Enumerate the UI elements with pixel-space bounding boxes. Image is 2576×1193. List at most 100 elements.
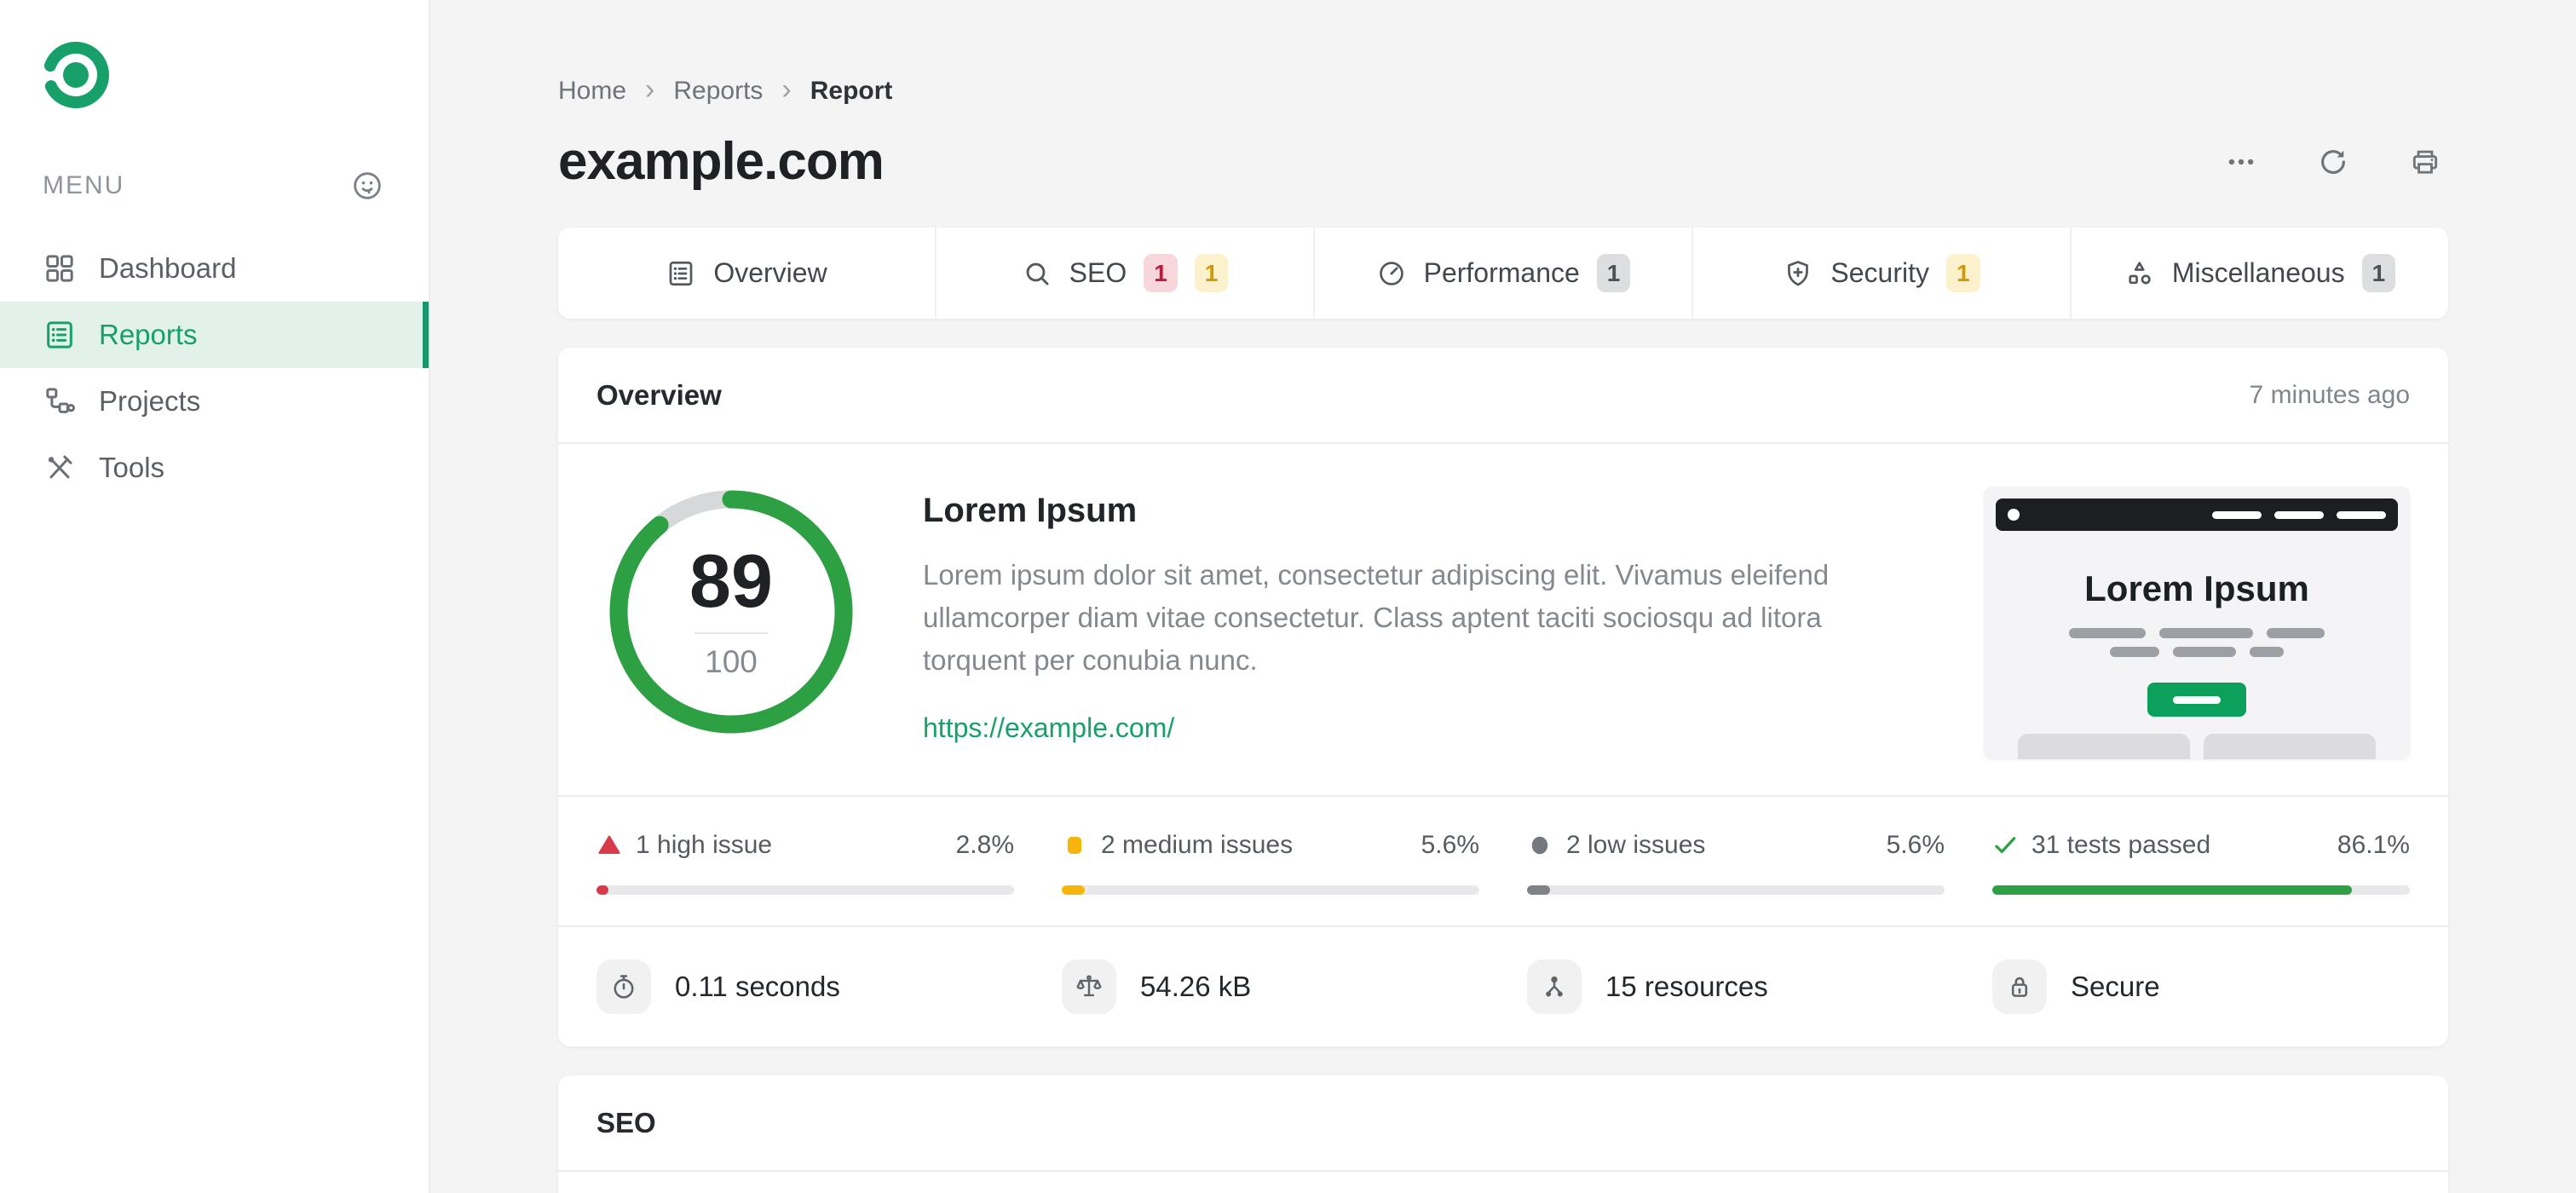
seo-card-body [558, 1172, 2448, 1193]
tab-security[interactable]: Security 1 [1691, 228, 2070, 319]
site-summary: Lorem Ipsum Lorem ipsum dolor sit amet, … [853, 485, 1984, 759]
app-root: MENU Dashboard Reports Projects Tools Ho… [0, 0, 2576, 1193]
tab-label: Miscellaneous [2171, 257, 2345, 288]
sidebar-item-label: Projects [99, 385, 201, 417]
search-icon [1026, 262, 1049, 285]
scale-icon [1076, 975, 1102, 997]
reports-icon [47, 321, 72, 349]
issues-badge: 1 [2361, 253, 2396, 293]
dashboard-icon [46, 255, 73, 282]
preview-nav-links [2212, 510, 2386, 519]
score-center: 89 100 [609, 490, 853, 734]
sidebar: MENU Dashboard Reports Projects Tools [0, 0, 430, 1193]
sidebar-menu-header: MENU [43, 169, 384, 203]
medium-issues-badge: 1 [1946, 253, 1980, 293]
metric-load-time: 0.11 seconds [596, 960, 1014, 1014]
header-actions [2225, 146, 2448, 178]
security-icon [1788, 260, 1809, 285]
sidebar-item-label: Dashboard [99, 252, 237, 284]
tools-icon [48, 455, 72, 479]
stat-high-issues: 1 high issue 2.8% [596, 831, 1014, 895]
sidebar-item-projects[interactable]: Projects [0, 368, 429, 435]
preview-content-blocks [2018, 734, 2376, 759]
refresh-icon[interactable] [2317, 146, 2349, 178]
stopwatch-icon [614, 975, 634, 999]
metrics-row: 0.11 seconds 54.26 kB 15 resources Secur… [558, 927, 2448, 1046]
stat-percent: 5.6% [1421, 831, 1479, 859]
breadcrumb-reports[interactable]: Reports [673, 77, 763, 106]
stat-progress-bar [596, 885, 1014, 895]
score-gauge: 89 100 [609, 490, 853, 734]
print-icon[interactable] [2409, 146, 2441, 178]
preview-navbar [1996, 499, 2398, 531]
performance-icon [1379, 261, 1403, 285]
stat-medium-issues: 2 medium issues 5.6% [1062, 831, 1479, 895]
stat-label: 1 high issue [636, 831, 773, 859]
issues-badge: 1 [1596, 253, 1631, 293]
sidebar-item-reports[interactable]: Reports [0, 302, 429, 368]
feedback-icon[interactable] [350, 169, 384, 203]
stat-label: 2 medium issues [1101, 831, 1294, 859]
last-updated: 7 minutes ago [2249, 380, 2410, 409]
tab-seo[interactable]: SEO 1 1 [935, 228, 1313, 319]
stat-low-issues: 2 low issues 5.6% [1527, 831, 1945, 895]
projects-icon [46, 388, 76, 413]
brand-logo[interactable] [42, 41, 110, 109]
stat-percent: 5.6% [1886, 831, 1945, 859]
stat-percent: 2.8% [955, 831, 1014, 859]
overview-card: Overview 7 minutes ago 89 100 Lorem Ipsu… [558, 348, 2448, 1046]
sidebar-item-tools[interactable]: Tools [0, 435, 429, 501]
sidebar-item-dashboard[interactable]: Dashboard [0, 235, 429, 302]
stat-tests-passed: 31 tests passed 86.1% [1992, 831, 2410, 895]
tab-label: Overview [713, 257, 827, 288]
overview-card-title: Overview [596, 378, 722, 411]
main-content: Home › Reports › Report example.com Over… [430, 0, 2576, 1193]
stat-progress-bar [1527, 885, 1945, 895]
breadcrumb: Home › Reports › Report [558, 0, 2448, 107]
preview-text-skeleton [1984, 647, 2410, 657]
chevron-right-icon: › [781, 73, 792, 106]
tab-label: Security [1830, 257, 1929, 288]
metric-label: Secure [2071, 971, 2160, 1002]
lock-icon [2011, 977, 2028, 997]
high-issue-icon [598, 835, 620, 854]
medium-issues-badge: 1 [1194, 253, 1229, 293]
tab-label: SEO [1069, 257, 1127, 288]
sidebar-nav: Dashboard Reports Projects Tools [0, 235, 429, 501]
stat-progress-bar [1062, 885, 1479, 895]
preview-heading: Lorem Ipsum [2084, 568, 2309, 608]
seo-card: SEO [558, 1075, 2448, 1193]
high-issues-badge: 1 [1144, 253, 1178, 293]
low-issue-icon [1531, 836, 1548, 855]
issue-stats-row: 1 high issue 2.8% 2 medium issues 5.6% 2… [558, 795, 2448, 927]
more-icon[interactable] [2225, 146, 2257, 178]
tab-overview[interactable]: Overview [558, 228, 935, 319]
tab-label: Performance [1423, 257, 1580, 288]
stat-progress-bar [1992, 885, 2410, 895]
chevron-right-icon: › [645, 73, 655, 106]
metric-page-size: 54.26 kB [1062, 960, 1479, 1014]
metric-label: 0.11 seconds [675, 971, 840, 1002]
tests-passed-icon [1995, 837, 2016, 854]
site-summary-heading: Lorem Ipsum [923, 492, 1138, 529]
report-tabs: Overview SEO 1 1 Performance 1 Security … [558, 228, 2448, 319]
tab-performance[interactable]: Performance 1 [1313, 228, 1691, 319]
medium-issue-icon [1067, 837, 1082, 854]
tab-miscellaneous[interactable]: Miscellaneous 1 [2070, 228, 2448, 319]
stat-percent: 86.1% [2337, 831, 2410, 859]
score-divider [694, 632, 768, 634]
site-summary-body: Lorem ipsum dolor sit amet, consectetur … [923, 559, 1830, 676]
site-url-link[interactable]: https://example.com/ [923, 712, 1174, 744]
seo-card-title: SEO [596, 1106, 656, 1138]
metric-resources: 15 resources [1527, 960, 1945, 1014]
page-title: example.com [558, 132, 885, 191]
menu-label: MENU [43, 171, 125, 199]
score-max: 100 [705, 644, 758, 679]
score-value: 89 [689, 539, 773, 623]
breadcrumb-current: Report [810, 77, 893, 105]
overview-icon [669, 261, 693, 285]
breadcrumb-home[interactable]: Home [558, 77, 626, 106]
preview-button [2147, 683, 2246, 717]
title-row: example.com [558, 131, 2448, 192]
overview-summary-row: 89 100 Lorem Ipsum Lorem ipsum dolor sit… [558, 444, 2448, 795]
